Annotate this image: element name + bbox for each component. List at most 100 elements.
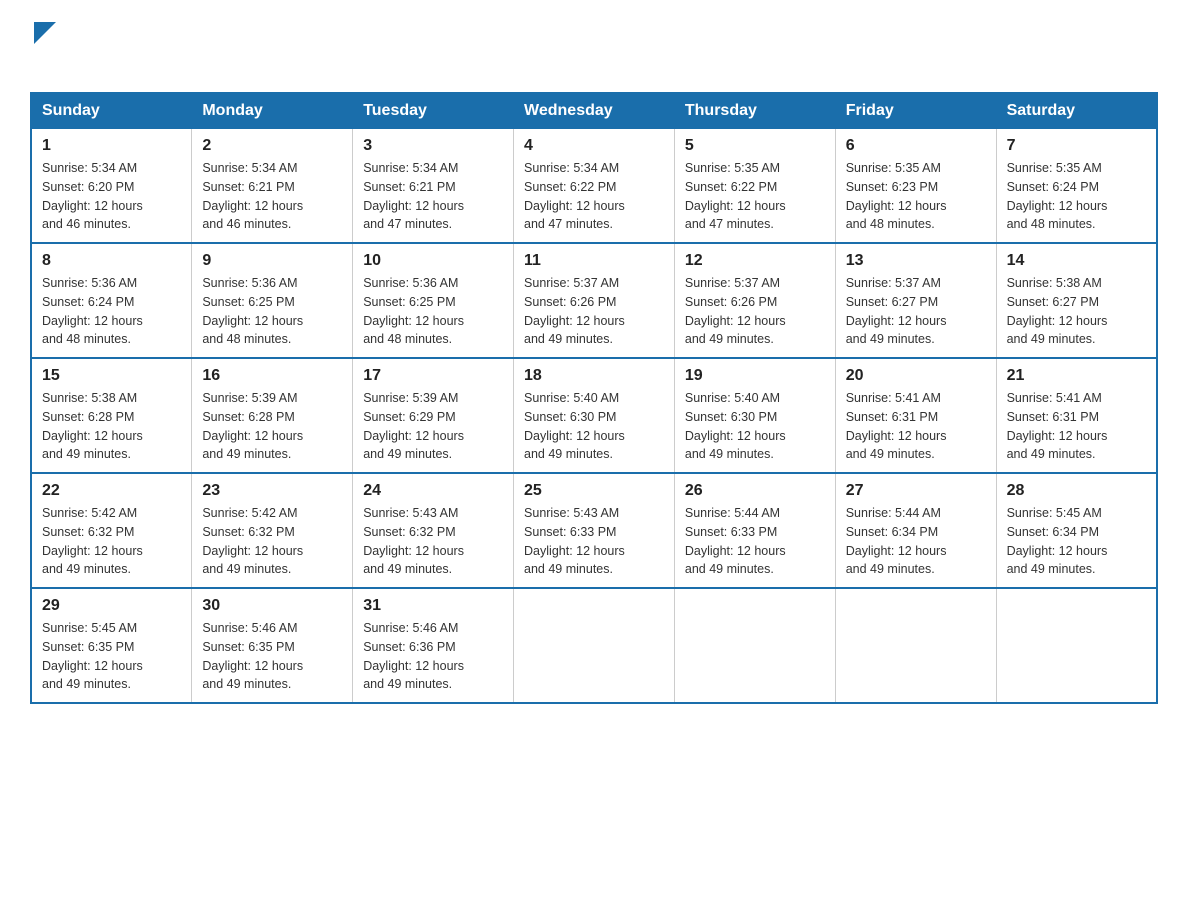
calendar-week-row: 1 Sunrise: 5:34 AM Sunset: 6:20 PM Dayli… bbox=[31, 129, 1157, 244]
calendar-day-cell bbox=[674, 588, 835, 703]
day-info: Sunrise: 5:46 AM Sunset: 6:36 PM Dayligh… bbox=[363, 619, 503, 694]
day-number: 24 bbox=[363, 482, 503, 500]
day-number: 30 bbox=[202, 597, 342, 615]
day-info: Sunrise: 5:43 AM Sunset: 6:33 PM Dayligh… bbox=[524, 504, 664, 579]
day-of-week-header: Monday bbox=[192, 93, 353, 129]
day-of-week-header: Friday bbox=[835, 93, 996, 129]
day-info: Sunrise: 5:42 AM Sunset: 6:32 PM Dayligh… bbox=[202, 504, 342, 579]
day-info: Sunrise: 5:35 AM Sunset: 6:24 PM Dayligh… bbox=[1007, 159, 1146, 234]
day-info: Sunrise: 5:35 AM Sunset: 6:22 PM Dayligh… bbox=[685, 159, 825, 234]
day-info: Sunrise: 5:38 AM Sunset: 6:28 PM Dayligh… bbox=[42, 389, 181, 464]
day-number: 27 bbox=[846, 482, 986, 500]
calendar-day-cell: 10 Sunrise: 5:36 AM Sunset: 6:25 PM Dayl… bbox=[353, 243, 514, 358]
day-number: 7 bbox=[1007, 137, 1146, 155]
day-info: Sunrise: 5:42 AM Sunset: 6:32 PM Dayligh… bbox=[42, 504, 181, 579]
calendar-day-cell: 17 Sunrise: 5:39 AM Sunset: 6:29 PM Dayl… bbox=[353, 358, 514, 473]
calendar-day-cell: 8 Sunrise: 5:36 AM Sunset: 6:24 PM Dayli… bbox=[31, 243, 192, 358]
calendar-day-cell: 23 Sunrise: 5:42 AM Sunset: 6:32 PM Dayl… bbox=[192, 473, 353, 588]
day-info: Sunrise: 5:37 AM Sunset: 6:27 PM Dayligh… bbox=[846, 274, 986, 349]
calendar-day-cell: 6 Sunrise: 5:35 AM Sunset: 6:23 PM Dayli… bbox=[835, 129, 996, 244]
calendar-day-cell: 21 Sunrise: 5:41 AM Sunset: 6:31 PM Dayl… bbox=[996, 358, 1157, 473]
calendar-day-cell: 25 Sunrise: 5:43 AM Sunset: 6:33 PM Dayl… bbox=[514, 473, 675, 588]
logo bbox=[30, 20, 56, 76]
calendar-day-cell: 26 Sunrise: 5:44 AM Sunset: 6:33 PM Dayl… bbox=[674, 473, 835, 588]
day-of-week-header: Tuesday bbox=[353, 93, 514, 129]
day-of-week-header: Saturday bbox=[996, 93, 1157, 129]
calendar-day-cell: 5 Sunrise: 5:35 AM Sunset: 6:22 PM Dayli… bbox=[674, 129, 835, 244]
day-number: 19 bbox=[685, 367, 825, 385]
day-info: Sunrise: 5:37 AM Sunset: 6:26 PM Dayligh… bbox=[685, 274, 825, 349]
calendar-week-row: 22 Sunrise: 5:42 AM Sunset: 6:32 PM Dayl… bbox=[31, 473, 1157, 588]
day-of-week-header: Thursday bbox=[674, 93, 835, 129]
day-number: 18 bbox=[524, 367, 664, 385]
calendar-day-cell: 24 Sunrise: 5:43 AM Sunset: 6:32 PM Dayl… bbox=[353, 473, 514, 588]
calendar-day-cell: 1 Sunrise: 5:34 AM Sunset: 6:20 PM Dayli… bbox=[31, 129, 192, 244]
calendar-day-cell: 3 Sunrise: 5:34 AM Sunset: 6:21 PM Dayli… bbox=[353, 129, 514, 244]
calendar-body: 1 Sunrise: 5:34 AM Sunset: 6:20 PM Dayli… bbox=[31, 129, 1157, 704]
calendar-table: SundayMondayTuesdayWednesdayThursdayFrid… bbox=[30, 92, 1158, 704]
calendar-day-cell: 29 Sunrise: 5:45 AM Sunset: 6:35 PM Dayl… bbox=[31, 588, 192, 703]
calendar-day-cell: 31 Sunrise: 5:46 AM Sunset: 6:36 PM Dayl… bbox=[353, 588, 514, 703]
day-number: 28 bbox=[1007, 482, 1146, 500]
day-number: 4 bbox=[524, 137, 664, 155]
calendar-day-cell: 27 Sunrise: 5:44 AM Sunset: 6:34 PM Dayl… bbox=[835, 473, 996, 588]
page-header bbox=[30, 20, 1158, 76]
day-number: 12 bbox=[685, 252, 825, 270]
day-of-week-header: Wednesday bbox=[514, 93, 675, 129]
calendar-day-cell: 28 Sunrise: 5:45 AM Sunset: 6:34 PM Dayl… bbox=[996, 473, 1157, 588]
logo-triangle-icon bbox=[34, 22, 56, 44]
day-number: 15 bbox=[42, 367, 181, 385]
day-info: Sunrise: 5:34 AM Sunset: 6:21 PM Dayligh… bbox=[363, 159, 503, 234]
day-info: Sunrise: 5:44 AM Sunset: 6:34 PM Dayligh… bbox=[846, 504, 986, 579]
calendar-day-cell: 16 Sunrise: 5:39 AM Sunset: 6:28 PM Dayl… bbox=[192, 358, 353, 473]
day-of-week-header: Sunday bbox=[31, 93, 192, 129]
day-number: 11 bbox=[524, 252, 664, 270]
calendar-week-row: 15 Sunrise: 5:38 AM Sunset: 6:28 PM Dayl… bbox=[31, 358, 1157, 473]
day-number: 31 bbox=[363, 597, 503, 615]
day-info: Sunrise: 5:41 AM Sunset: 6:31 PM Dayligh… bbox=[846, 389, 986, 464]
calendar-day-cell: 11 Sunrise: 5:37 AM Sunset: 6:26 PM Dayl… bbox=[514, 243, 675, 358]
day-info: Sunrise: 5:40 AM Sunset: 6:30 PM Dayligh… bbox=[524, 389, 664, 464]
day-number: 6 bbox=[846, 137, 986, 155]
day-info: Sunrise: 5:37 AM Sunset: 6:26 PM Dayligh… bbox=[524, 274, 664, 349]
day-number: 16 bbox=[202, 367, 342, 385]
day-info: Sunrise: 5:43 AM Sunset: 6:32 PM Dayligh… bbox=[363, 504, 503, 579]
day-info: Sunrise: 5:39 AM Sunset: 6:28 PM Dayligh… bbox=[202, 389, 342, 464]
day-number: 1 bbox=[42, 137, 181, 155]
day-info: Sunrise: 5:46 AM Sunset: 6:35 PM Dayligh… bbox=[202, 619, 342, 694]
days-of-week-row: SundayMondayTuesdayWednesdayThursdayFrid… bbox=[31, 93, 1157, 129]
calendar-day-cell: 18 Sunrise: 5:40 AM Sunset: 6:30 PM Dayl… bbox=[514, 358, 675, 473]
day-number: 13 bbox=[846, 252, 986, 270]
day-info: Sunrise: 5:34 AM Sunset: 6:21 PM Dayligh… bbox=[202, 159, 342, 234]
day-number: 14 bbox=[1007, 252, 1146, 270]
day-number: 10 bbox=[363, 252, 503, 270]
day-number: 21 bbox=[1007, 367, 1146, 385]
calendar-day-cell: 22 Sunrise: 5:42 AM Sunset: 6:32 PM Dayl… bbox=[31, 473, 192, 588]
day-info: Sunrise: 5:41 AM Sunset: 6:31 PM Dayligh… bbox=[1007, 389, 1146, 464]
day-number: 3 bbox=[363, 137, 503, 155]
day-number: 20 bbox=[846, 367, 986, 385]
day-info: Sunrise: 5:35 AM Sunset: 6:23 PM Dayligh… bbox=[846, 159, 986, 234]
day-info: Sunrise: 5:36 AM Sunset: 6:25 PM Dayligh… bbox=[363, 274, 503, 349]
day-info: Sunrise: 5:45 AM Sunset: 6:34 PM Dayligh… bbox=[1007, 504, 1146, 579]
calendar-day-cell: 4 Sunrise: 5:34 AM Sunset: 6:22 PM Dayli… bbox=[514, 129, 675, 244]
calendar-day-cell: 13 Sunrise: 5:37 AM Sunset: 6:27 PM Dayl… bbox=[835, 243, 996, 358]
calendar-week-row: 29 Sunrise: 5:45 AM Sunset: 6:35 PM Dayl… bbox=[31, 588, 1157, 703]
calendar-week-row: 8 Sunrise: 5:36 AM Sunset: 6:24 PM Dayli… bbox=[31, 243, 1157, 358]
calendar-day-cell: 30 Sunrise: 5:46 AM Sunset: 6:35 PM Dayl… bbox=[192, 588, 353, 703]
calendar-day-cell bbox=[835, 588, 996, 703]
day-info: Sunrise: 5:34 AM Sunset: 6:20 PM Dayligh… bbox=[42, 159, 181, 234]
day-info: Sunrise: 5:40 AM Sunset: 6:30 PM Dayligh… bbox=[685, 389, 825, 464]
day-info: Sunrise: 5:45 AM Sunset: 6:35 PM Dayligh… bbox=[42, 619, 181, 694]
day-number: 22 bbox=[42, 482, 181, 500]
calendar-day-cell: 7 Sunrise: 5:35 AM Sunset: 6:24 PM Dayli… bbox=[996, 129, 1157, 244]
day-number: 5 bbox=[685, 137, 825, 155]
calendar-day-cell bbox=[996, 588, 1157, 703]
day-info: Sunrise: 5:36 AM Sunset: 6:25 PM Dayligh… bbox=[202, 274, 342, 349]
calendar-day-cell: 15 Sunrise: 5:38 AM Sunset: 6:28 PM Dayl… bbox=[31, 358, 192, 473]
day-number: 23 bbox=[202, 482, 342, 500]
day-number: 26 bbox=[685, 482, 825, 500]
calendar-day-cell: 2 Sunrise: 5:34 AM Sunset: 6:21 PM Dayli… bbox=[192, 129, 353, 244]
calendar-day-cell: 14 Sunrise: 5:38 AM Sunset: 6:27 PM Dayl… bbox=[996, 243, 1157, 358]
day-info: Sunrise: 5:39 AM Sunset: 6:29 PM Dayligh… bbox=[363, 389, 503, 464]
